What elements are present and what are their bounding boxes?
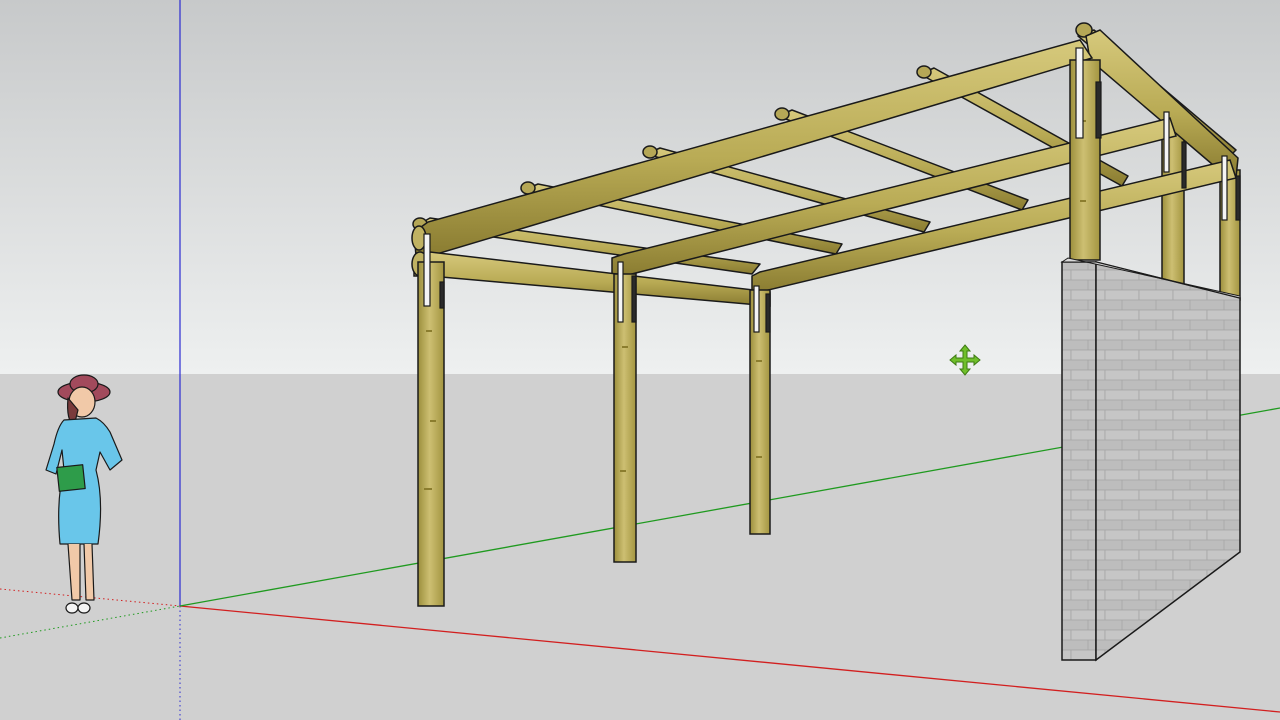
- rafter-end-5: [916, 65, 932, 79]
- figure-shoe-right: [77, 602, 91, 614]
- rafter-end-3: [642, 145, 658, 159]
- figure-book-icon: [56, 464, 86, 492]
- post-front-left: [417, 261, 445, 607]
- figure-shoe-left: [65, 602, 79, 614]
- model-viewport[interactable]: [0, 0, 1280, 720]
- scene-canvas[interactable]: [0, 0, 1280, 720]
- rafter-end-4: [774, 107, 790, 121]
- wall-face-side: [1061, 261, 1097, 661]
